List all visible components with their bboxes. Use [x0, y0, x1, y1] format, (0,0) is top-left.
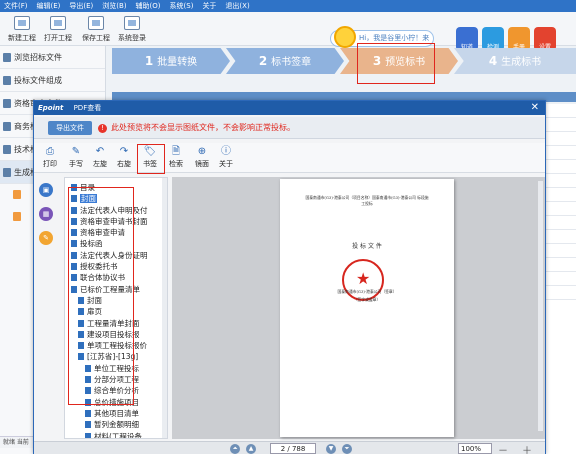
zoom-in-icon[interactable]: ＋ — [522, 442, 532, 454]
pdf-toolbar: ⎙ 打印 ✎ 手写 ↶ 左旋 ↷ 右旋 🏷 书签 🗎 检索 ⊕ 镜面 ⓘ 关于 — [34, 143, 545, 173]
info-icon: ⓘ — [221, 146, 231, 157]
pages-icon[interactable]: ▣ — [39, 183, 53, 197]
close-icon[interactable]: ✕ — [531, 101, 539, 115]
search-button[interactable]: 🗎 检索 — [164, 145, 188, 169]
sidebar-item-bid-composition[interactable]: 投标文件组成 — [0, 69, 105, 92]
menu-edit[interactable]: 编辑(E) — [37, 0, 61, 12]
app-window: 文件(F) 编辑(E) 导出(E) 浏览(B) 辅助(O) 系统(S) 关于 退… — [0, 0, 576, 454]
menu-assist[interactable]: 辅助(O) — [136, 0, 161, 12]
printer-icon: ⎙ — [46, 146, 54, 157]
menu-file[interactable]: 文件(F) — [4, 0, 28, 12]
page-number[interactable]: 2 / 788 — [270, 443, 316, 454]
step-4[interactable]: 4 生成标书 — [454, 48, 576, 74]
zoom-out-icon[interactable]: － — [498, 442, 508, 454]
save-project-button[interactable]: 保存工程 — [76, 14, 116, 43]
first-page-icon[interactable]: ⏶ — [230, 444, 240, 454]
highlight-outline — [68, 187, 134, 405]
open-project-button[interactable]: 打开工程 — [38, 14, 78, 43]
rotate-right-icon: ↷ — [119, 146, 129, 157]
outline-item[interactable]: 材料(工程设备 — [71, 431, 167, 438]
search-doc-icon: 🗎 — [171, 146, 181, 157]
print-button[interactable]: ⎙ 打印 — [38, 145, 62, 169]
warning-icon: ! — [98, 124, 107, 133]
menu-export[interactable]: 导出(E) — [69, 0, 93, 12]
rotate-right-button[interactable]: ↷ 右旋 — [112, 145, 136, 169]
mirror-button[interactable]: ⊕ 镜面 — [190, 145, 214, 169]
step-2[interactable]: 2 标书签章 — [226, 48, 344, 74]
table-right-edge — [546, 104, 576, 454]
sidebar-item-browse-tender[interactable]: 浏览招标文件 — [0, 46, 105, 69]
pdf-viewer-dialog: Epoint PDF查看 ✕ 导出文件 ! 此处预览将不会显示图纸文件，不会影响正… — [33, 100, 546, 454]
about-button[interactable]: ⓘ 关于 — [214, 145, 238, 169]
mascot-icon[interactable] — [334, 26, 356, 48]
export-bar: 导出文件 ! 此处预览将不会显示图纸文件，不会影响正常投标。 — [34, 117, 545, 139]
menu-system[interactable]: 系统(S) — [170, 0, 194, 12]
pager-bar: ⏶ ▲ 2 / 788 ▼ ⏷ 100% － ＋ — [34, 441, 545, 454]
zoom-select[interactable]: 100% — [458, 443, 492, 454]
rotate-left-icon: ↶ — [95, 146, 105, 157]
new-icon — [14, 16, 30, 30]
page-scrollbar[interactable] — [538, 181, 543, 431]
menu-exit[interactable]: 退出(X) — [225, 0, 249, 12]
doc-icon — [13, 212, 21, 221]
thumbnails-icon[interactable]: ▦ — [39, 207, 53, 221]
dialog-title: PDF查看 — [73, 104, 102, 112]
doc-icon — [13, 190, 21, 199]
export-file-button[interactable]: 导出文件 — [48, 121, 92, 135]
outline-item[interactable]: 暂列金额明细 — [71, 419, 167, 430]
system-login-button[interactable]: 系统登录 — [112, 14, 152, 43]
dialog-titlebar[interactable]: Epoint PDF查看 ✕ — [34, 101, 545, 115]
outline-scrollbar[interactable] — [162, 178, 167, 438]
page-doc-title: 投 标 文 件 — [352, 243, 382, 250]
zoom-icon: ⊕ — [197, 146, 207, 157]
main-toolbar: 新建工程 打开工程 保存工程 系统登录 Hi，我是谷里小柠！来留言吗 知道 检测… — [0, 12, 576, 57]
pdf-page: 国泰南通市(G3)-港泰公司（项目名称）国泰南通市(G3)-港泰公司 标段施 工… — [280, 179, 454, 437]
save-icon — [88, 16, 104, 30]
page-line-3: 国泰南通市(G3)-港泰公司（签章） — [337, 289, 397, 294]
step-progress: 1 批量转换 2 标书签章 3 预览标书 4 生成标书 — [112, 48, 576, 74]
warning-message: ! 此处预览将不会显示图纸文件，不会影响正常投标。 — [98, 121, 295, 135]
rotate-left-button[interactable]: ↶ 左旋 — [88, 145, 112, 169]
menu-browse[interactable]: 浏览(B) — [102, 0, 126, 12]
bookmark-item-icon — [85, 432, 91, 438]
last-page-icon[interactable]: ⏷ — [342, 444, 352, 454]
highlight-bookmark — [137, 144, 165, 174]
highlight-step-3 — [357, 43, 435, 84]
outline-item[interactable]: 其他项目清单 — [71, 408, 167, 419]
page-line-4: （签字或盖章） — [353, 297, 381, 302]
menu-bar: 文件(F) 编辑(E) 导出(E) 浏览(B) 辅助(O) 系统(S) 关于 退… — [0, 0, 576, 12]
login-icon — [124, 16, 140, 30]
handwrite-button[interactable]: ✎ 手写 — [64, 145, 88, 169]
page-line-2: 工投标 — [361, 201, 373, 206]
edit-icon[interactable]: ✎ — [39, 231, 53, 245]
epoint-logo: Epoint — [38, 104, 64, 112]
prev-page-icon[interactable]: ▲ — [246, 444, 256, 454]
next-page-icon[interactable]: ▼ — [326, 444, 336, 454]
bookmark-item-icon — [85, 421, 91, 429]
pen-icon: ✎ — [71, 146, 81, 157]
menu-about[interactable]: 关于 — [202, 0, 216, 12]
step-1[interactable]: 1 批量转换 — [112, 48, 230, 74]
pdf-page-area[interactable]: 国泰南通市(G3)-港泰公司（项目名称）国泰南通市(G3)-港泰公司 标段施 工… — [172, 177, 545, 439]
open-icon — [50, 16, 66, 30]
side-icons: ▣ ▦ ✎ — [36, 177, 56, 255]
bookmark-item-icon — [85, 409, 91, 417]
new-project-button[interactable]: 新建工程 — [2, 14, 42, 43]
